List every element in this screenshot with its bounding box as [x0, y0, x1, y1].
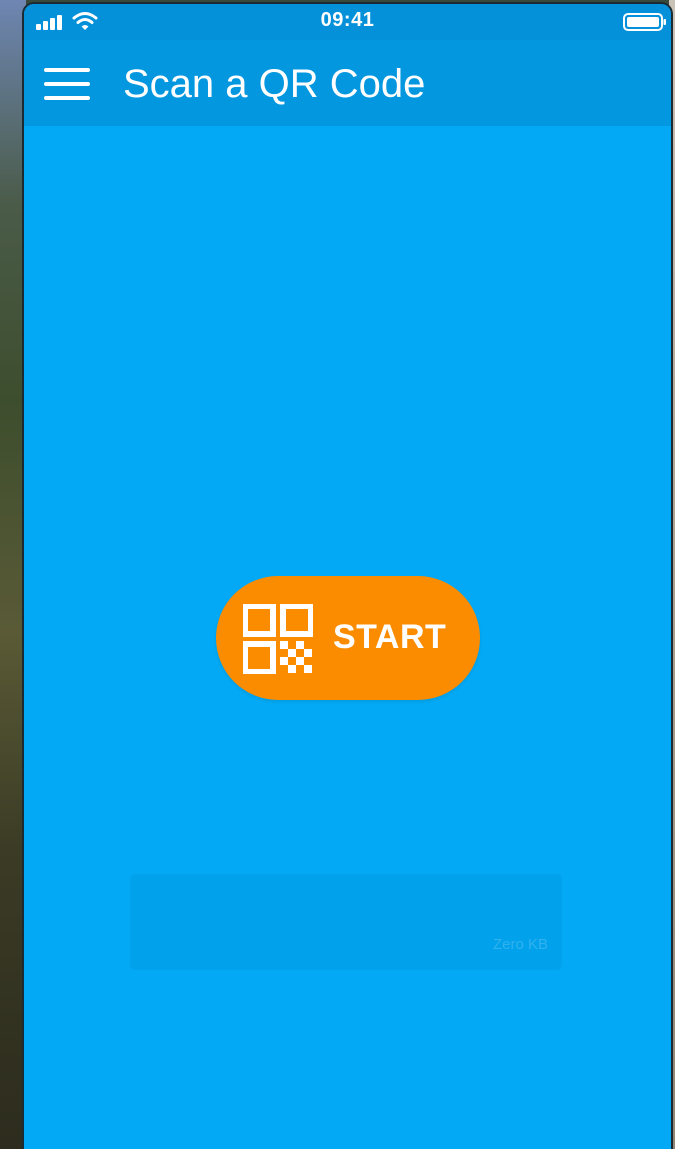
start-scan-button[interactable]: START	[216, 576, 480, 700]
battery-icon	[623, 13, 666, 31]
desktop-wallpaper-left	[0, 0, 26, 1149]
qr-code-icon	[243, 604, 313, 674]
phone-screen: 09:41 Scan a QR Code Zero KB START	[24, 4, 671, 1149]
hamburger-menu-icon[interactable]	[44, 68, 90, 100]
overlay-size-text: Zero KB	[492, 936, 548, 953]
status-bar: 09:41	[24, 4, 671, 40]
app-bar: Scan a QR Code	[24, 40, 671, 126]
recording-overlay-panel: Zero KB	[130, 874, 562, 970]
page-title: Scan a QR Code	[123, 62, 426, 106]
status-time: 09:41	[320, 9, 375, 31]
start-button-label: START	[333, 618, 447, 656]
